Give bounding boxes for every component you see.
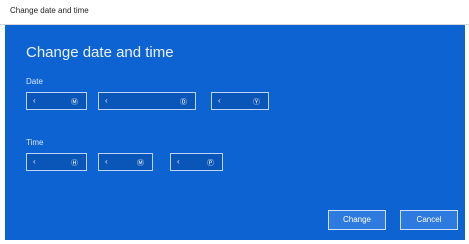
year-select[interactable]: ‹ Ⓨ: [211, 92, 269, 110]
hour-value: Ⓗ: [71, 160, 78, 167]
period-value: Ⓟ: [207, 160, 214, 167]
month-select[interactable]: ‹ Ⓜ: [26, 92, 87, 110]
year-value: Ⓨ: [253, 99, 260, 106]
hour-select[interactable]: ‹ Ⓗ: [26, 153, 87, 171]
dialog-window: Change date and time Change date and tim…: [0, 0, 469, 244]
chevron-left-icon: ‹: [33, 157, 36, 166]
chevron-left-icon: ‹: [218, 96, 221, 105]
title-bar: Change date and time: [0, 0, 469, 25]
chevron-left-icon: ‹: [105, 96, 108, 105]
cancel-button[interactable]: Cancel: [400, 210, 458, 230]
chevron-left-icon: ‹: [33, 96, 36, 105]
chevron-left-icon: ‹: [105, 157, 108, 166]
dialog-heading: Change date and time: [26, 44, 174, 61]
window-title: Change date and time: [10, 6, 89, 15]
day-value: Ⓓ: [180, 99, 187, 106]
period-select[interactable]: ‹ Ⓟ: [170, 153, 223, 171]
date-label: Date: [26, 77, 43, 86]
time-label: Time: [26, 138, 44, 147]
change-button[interactable]: Change: [328, 210, 386, 230]
day-select[interactable]: ‹ Ⓓ: [98, 92, 196, 110]
minute-select[interactable]: ‹ Ⓜ: [98, 153, 153, 171]
chevron-left-icon: ‹: [177, 157, 180, 166]
dialog-panel: Change date and time Date ‹ Ⓜ ‹ Ⓓ ‹ Ⓨ Ti…: [5, 25, 465, 240]
minute-value: Ⓜ: [137, 160, 144, 167]
month-value: Ⓜ: [71, 99, 78, 106]
